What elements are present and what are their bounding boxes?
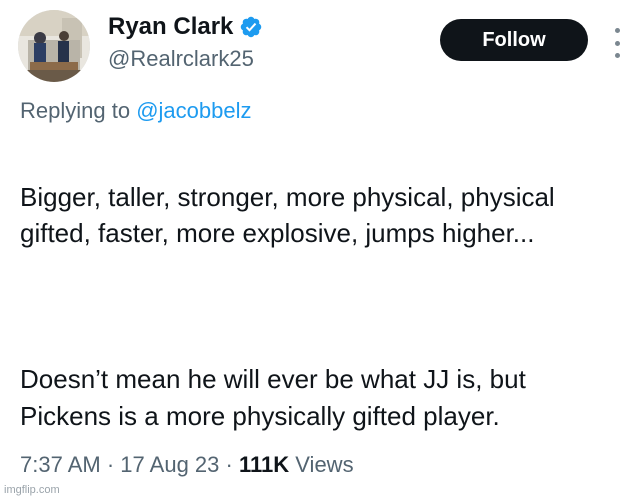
tweet-paragraph: Doesn’t mean he will ever be what JJ is,…: [20, 364, 526, 431]
tweet-date[interactable]: 17 Aug 23: [120, 452, 219, 477]
views-count[interactable]: 111K: [239, 452, 289, 477]
meta-separator: ·: [225, 452, 233, 477]
avatar-image: [18, 10, 90, 82]
tweet-paragraph: Bigger, taller, stronger, more physical,…: [20, 181, 555, 249]
reply-mention-link[interactable]: @jacobbelz: [136, 98, 251, 123]
replying-to-line: Replying to @jacobbelz: [20, 96, 252, 126]
views-label[interactable]: Views: [295, 452, 353, 477]
more-options-icon[interactable]: [610, 28, 624, 58]
author-display-name[interactable]: Ryan Clark: [108, 12, 233, 42]
tweet-header: Ryan Clark @Realrclark25 Follow: [18, 10, 624, 82]
follow-button[interactable]: Follow: [440, 19, 588, 61]
author-handle[interactable]: @Realrclark25: [108, 44, 263, 74]
tweet-card: Ryan Clark @Realrclark25 Follow Replying…: [0, 0, 642, 500]
author-info: Ryan Clark @Realrclark25: [108, 12, 263, 74]
watermark: imgflip.com: [4, 484, 60, 496]
meta-separator: ·: [106, 452, 115, 477]
avatar[interactable]: [18, 10, 90, 82]
tweet-text: Bigger, taller, stronger, more physical,…: [20, 142, 620, 471]
tweet-time[interactable]: 7:37 AM: [20, 452, 101, 477]
verified-badge-icon[interactable]: [239, 15, 263, 39]
author-name-row[interactable]: Ryan Clark: [108, 12, 263, 42]
tweet-meta: 7:37 AM · 17 Aug 23 · 111K Views: [20, 450, 354, 480]
replying-to-label: Replying to: [20, 98, 131, 123]
